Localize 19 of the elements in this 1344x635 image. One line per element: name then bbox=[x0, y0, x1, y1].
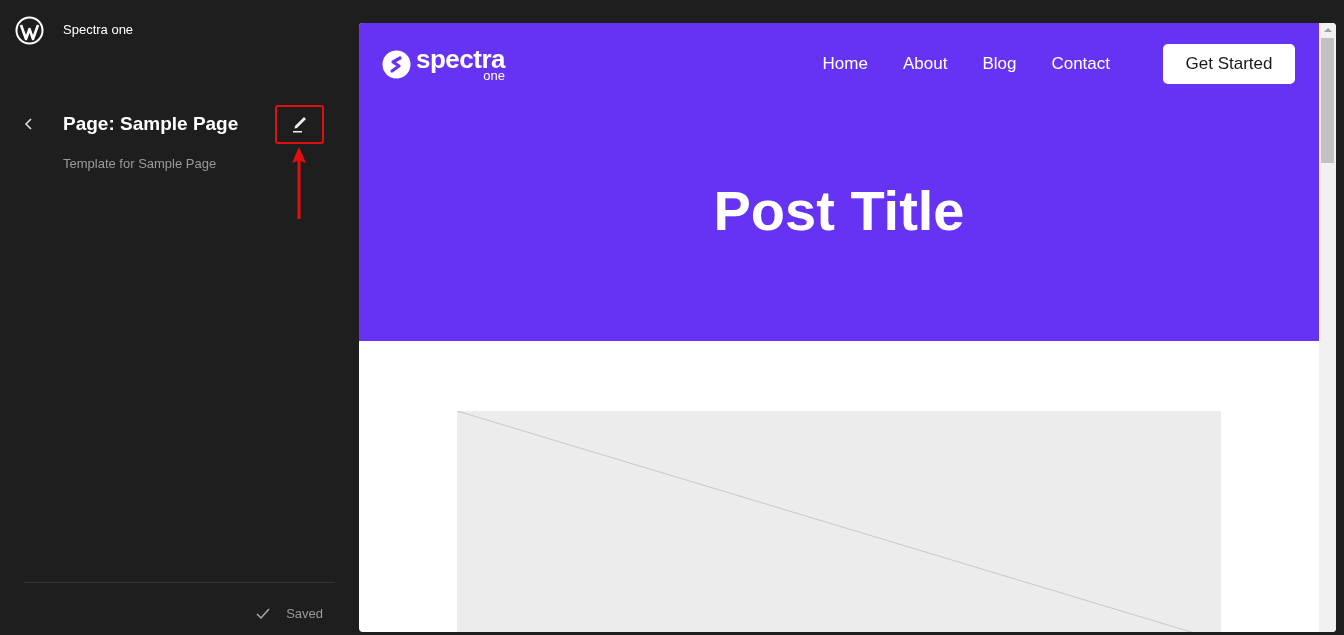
post-title: Post Title bbox=[713, 178, 965, 244]
scroll-thumb[interactable] bbox=[1321, 38, 1334, 163]
nav-link[interactable]: Blog bbox=[982, 51, 1017, 77]
back-chevron-icon bbox=[24, 117, 34, 131]
logo-wordmark: spectra bbox=[416, 46, 505, 72]
nav-link[interactable]: About bbox=[902, 51, 948, 77]
site-title: Spectra one bbox=[63, 21, 134, 40]
nav-link[interactable]: Home bbox=[822, 51, 868, 77]
nav-link[interactable]: Contact bbox=[1051, 51, 1110, 77]
wordpress-logo-icon[interactable] bbox=[15, 15, 44, 45]
get-started-button[interactable]: Get Started bbox=[1163, 44, 1295, 84]
logo-subtitle: one bbox=[483, 69, 505, 82]
panel-description: Template for Sample Page bbox=[63, 155, 218, 173]
scrollbar[interactable] bbox=[1319, 23, 1336, 632]
edit-button[interactable] bbox=[275, 104, 324, 144]
check-icon bbox=[256, 608, 271, 620]
spectra-logo-icon bbox=[382, 49, 411, 79]
save-status: Saved bbox=[286, 605, 323, 624]
panel-title: Page: Sample Page bbox=[63, 111, 239, 136]
